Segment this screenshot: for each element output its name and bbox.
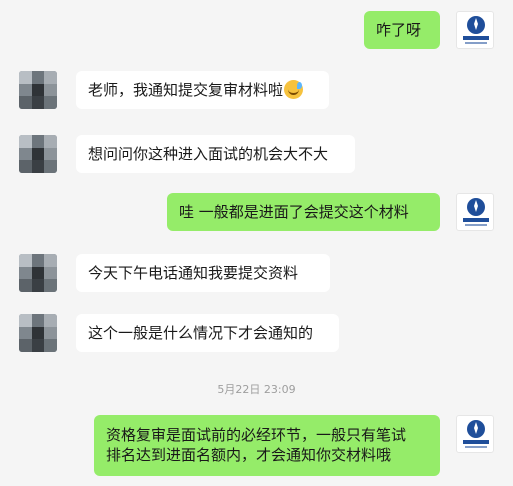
pixelated-avatar-icon [19,71,57,109]
teacher-avatar[interactable] [456,415,494,453]
message-bubble[interactable]: 这个一般是什么情况下才会通知的 [76,314,339,352]
teacher-avatar[interactable] [456,193,494,231]
student-avatar[interactable] [19,254,57,292]
message-text: 今天下午电话通知我要提交资料 [88,264,299,282]
message-text: 咋了呀 [376,21,422,39]
message-text-line: 排名达到进面名额内，才会通知你交材料哦 [106,446,392,464]
zhongxing-education-logo-icon [463,198,489,226]
pixelated-avatar-icon [19,314,57,352]
pixelated-avatar-icon [19,135,57,173]
message-bubble[interactable]: 今天下午电话通知我要提交资料 [76,254,330,292]
message-bubble[interactable]: 想问问你这种进入面试的机会大不大 [76,135,355,173]
message-text: 哇 一般都是进面了会提交这个材料 [179,203,409,221]
message-timestamp: 5月22日 23:09 [217,383,296,396]
message-bubble[interactable]: 咋了呀 [364,11,440,49]
teacher-avatar[interactable] [456,11,494,49]
student-avatar[interactable] [19,314,57,352]
message-bubble[interactable]: 老师，我通知提交复审材料啦 [76,71,329,109]
message-bubble[interactable]: 资格复审是面试前的必经环节，一般只有笔试 排名达到进面名额内，才会通知你交材料哦 [94,415,440,476]
message-text: 老师，我通知提交复审材料啦 [88,81,284,99]
zhongxing-education-logo-icon [463,420,489,448]
student-avatar[interactable] [19,71,57,109]
student-avatar[interactable] [19,135,57,173]
message-text: 想问问你这种进入面试的机会大不大 [88,145,329,163]
message-text-line: 资格复审是面试前的必经环节，一般只有笔试 [106,426,407,444]
message-bubble[interactable]: 哇 一般都是进面了会提交这个材料 [167,193,440,231]
sweat-smile-emoji-icon [284,80,304,99]
pixelated-avatar-icon [19,254,57,292]
zhongxing-education-logo-icon [463,16,489,44]
message-text: 这个一般是什么情况下才会通知的 [88,324,314,342]
